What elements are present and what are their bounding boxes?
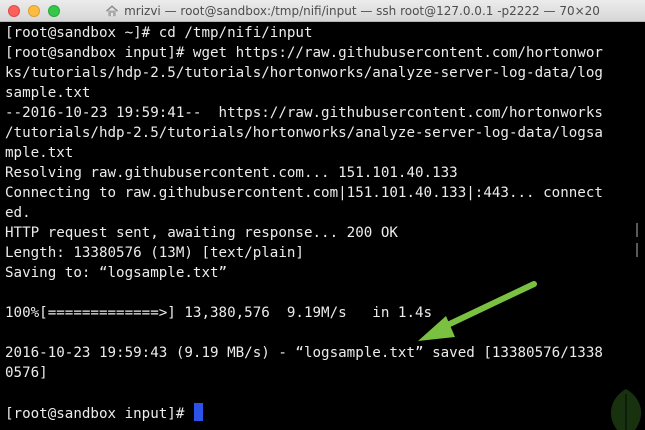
terminal-line: ks/tutorials/hdp-2.5/tutorials/hortonwor… [5,65,603,81]
terminal-line: 100%[=============>] 13,380,576 9.19M/s … [5,305,433,321]
terminal-line: Saving to: “logsample.txt” [5,265,228,281]
terminal-line: [root@sandbox ~]# cd /tmp/nifi/input [5,25,313,41]
close-button[interactable] [8,5,20,17]
terminal-line: sample.txt [5,85,91,101]
terminal-line: [root@sandbox input]# wget https://raw.g… [5,45,603,61]
terminal-line: 0576] [5,365,48,381]
terminal-line: 2016-10-23 19:59:43 (9.19 MB/s) - “logsa… [5,345,603,361]
prompt-text: [root@sandbox input]# [5,406,193,422]
terminal-line: HTTP request sent, awaiting response... … [5,225,398,241]
terminal-output[interactable]: [root@sandbox ~]# cd /tmp/nifi/input [ro… [5,23,645,430]
terminal-line: /tutorials/hdp-2.5/tutorials/hortonworks… [5,125,603,141]
window-title-group: mrizvi — root@sandbox:/tmp/nifi/input — … [70,0,635,22]
text-cursor[interactable] [193,403,203,421]
zoom-button[interactable] [48,5,60,17]
terminal-line: Resolving raw.githubusercontent.com... 1… [5,165,458,181]
terminal-line: --2016-10-23 19:59:41-- https://raw.gith… [5,105,603,121]
window-title: mrizvi — root@sandbox:/tmp/nifi/input — … [124,4,600,18]
minimize-button[interactable] [28,5,40,17]
terminal-line: Length: 13380576 (13M) [text/plain] [5,245,304,261]
title-bar[interactable]: mrizvi — root@sandbox:/tmp/nifi/input — … [0,0,645,22]
home-icon [106,5,119,17]
prompt-line: [root@sandbox input]# [5,403,645,423]
terminal-line: mple.txt [5,145,74,161]
terminal-line: ed. [5,205,31,221]
terminal-line: Connecting to raw.githubusercontent.com|… [5,185,603,201]
terminal-window: mrizvi — root@sandbox:/tmp/nifi/input — … [0,0,645,430]
